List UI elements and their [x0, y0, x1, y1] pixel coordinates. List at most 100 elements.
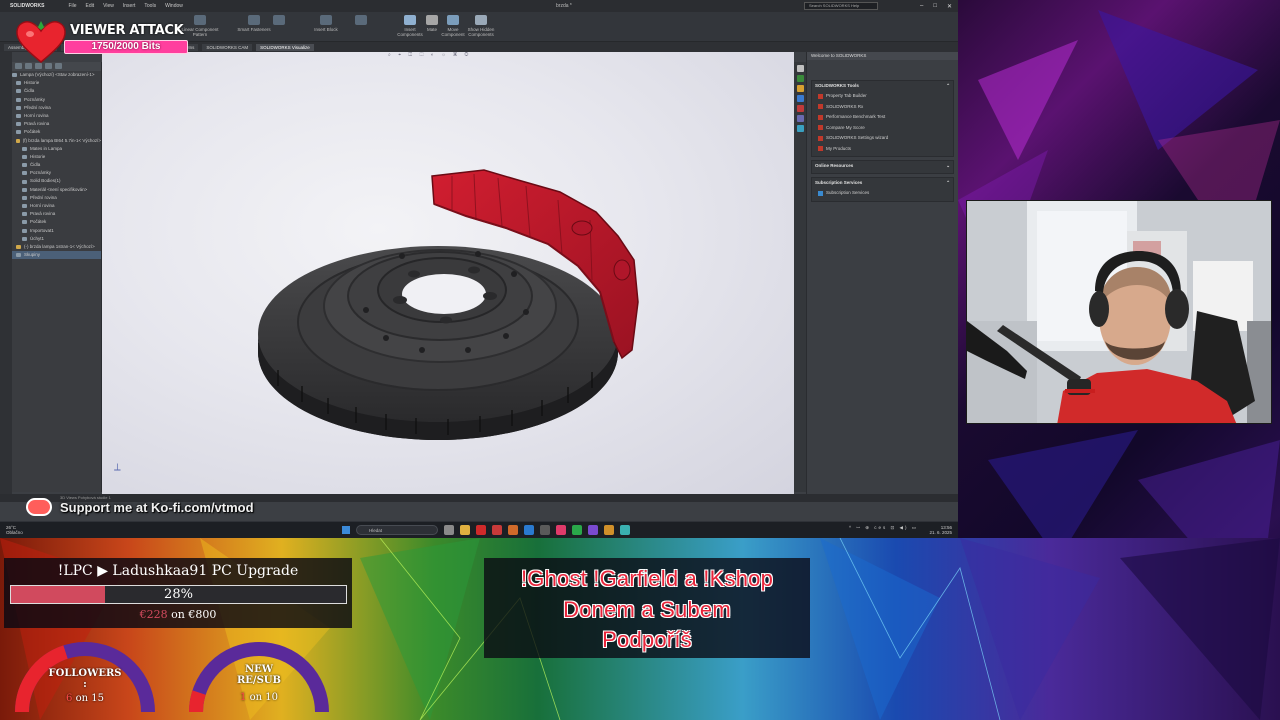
tree-item[interactable]: (f) brzda lampa BI64 5.7in-1< Výchozí>: [12, 137, 101, 145]
subscription-link[interactable]: Subscription Services: [815, 188, 950, 199]
tree-item[interactable]: Čidla: [12, 87, 101, 95]
windows-start-icon[interactable]: [342, 526, 350, 534]
tree-item[interactable]: Solid Bodies(1): [12, 177, 101, 185]
tree-item[interactable]: Počátek: [12, 218, 101, 226]
tool-link[interactable]: My Products: [815, 144, 950, 155]
tree-item[interactable]: Poznámky: [12, 169, 101, 177]
ribbon-button[interactable]: Show Hidden Components: [466, 15, 496, 37]
close-icon[interactable]: ✕: [947, 3, 952, 10]
ribbon-button[interactable]: [270, 15, 288, 27]
tools-section: SOLIDWORKS Tools ⌃ Property Tab Builder S…: [811, 80, 954, 157]
tree-item[interactable]: Lampa (Výchozí) <Stav zobrazení-1>: [12, 71, 101, 79]
minimize-icon[interactable]: –: [920, 3, 923, 10]
tool-link[interactable]: Property Tab Builder: [815, 91, 950, 102]
kofi-cup-icon: [26, 498, 52, 516]
annotation-icon: [16, 97, 21, 102]
view-palette-icon[interactable]: [796, 95, 804, 102]
goal-progress-bar: 28%: [10, 585, 347, 604]
app-icon[interactable]: [604, 525, 614, 535]
menu-file[interactable]: File: [68, 3, 76, 9]
app-icon[interactable]: [620, 525, 630, 535]
online-resources-section: Online Resources ⌄: [811, 160, 954, 174]
tab-visualize[interactable]: SOLIDWORKS Visualize: [256, 43, 314, 51]
brake-model[interactable]: [102, 52, 794, 494]
app-icon[interactable]: [588, 525, 598, 535]
ribbon-button[interactable]: Move Component: [440, 15, 466, 37]
taskbar-search-input[interactable]: Hledat: [356, 525, 438, 535]
tree-item[interactable]: Mates in Lampa: [12, 145, 101, 153]
tool-link[interactable]: SOLIDWORKS Settings wizard: [815, 133, 950, 144]
ribbon-button[interactable]: Insert Components: [396, 15, 424, 37]
tree-item[interactable]: Čidla: [12, 161, 101, 169]
custom-properties-icon[interactable]: [796, 115, 804, 122]
goal-amount: €228 on €800: [0, 608, 356, 621]
expand-icon[interactable]: ⌄: [946, 163, 950, 169]
tree-item[interactable]: Materiál <není specifikován>: [12, 186, 101, 194]
tree-item[interactable]: Horní rovina: [12, 202, 101, 210]
tree-item[interactable]: Skupiny: [12, 251, 101, 260]
tree-item[interactable]: Pravá rovina: [12, 120, 101, 128]
plane-icon: [22, 212, 27, 217]
tab-cam[interactable]: SOLIDWORKS CAM: [202, 43, 253, 51]
app-icon[interactable]: [524, 525, 534, 535]
collapse-icon[interactable]: ⌃: [946, 180, 950, 186]
tools-section-title[interactable]: SOLIDWORKS Tools ⌃: [815, 83, 950, 89]
tree-item[interactable]: Počátek: [12, 128, 101, 136]
menu-tools[interactable]: Tools: [144, 3, 156, 9]
tool-link[interactable]: Compare My Score: [815, 123, 950, 134]
tree-item[interactable]: Úchyt1: [12, 235, 101, 243]
design-library-icon[interactable]: [796, 75, 804, 82]
system-tray[interactable]: ^ ꟷ ⊕ ces ⊡ ◀) ▭: [849, 525, 918, 531]
tree-item[interactable]: Poznámky: [12, 96, 101, 104]
ribbon-button[interactable]: Smart Fasteners: [236, 15, 272, 32]
sensor-icon: [16, 89, 21, 94]
collapse-icon[interactable]: ⌃: [946, 83, 950, 89]
menu-window[interactable]: Window: [165, 3, 183, 9]
task-view-icon[interactable]: [444, 525, 454, 535]
resub-value: 1 on 10: [240, 692, 278, 703]
resources-icon[interactable]: [796, 65, 804, 72]
command-line: !Ghost !Garfield a !Kshop: [520, 566, 774, 591]
tree-item[interactable]: Importovat1: [12, 227, 101, 235]
maximize-icon[interactable]: □: [933, 3, 937, 10]
tree-item[interactable]: Historie: [12, 153, 101, 161]
solidworks-icon[interactable]: [476, 525, 486, 535]
app-icon[interactable]: [556, 525, 566, 535]
tool-link[interactable]: SOLIDWORKS Rx: [815, 102, 950, 113]
webcam-feed: [966, 200, 1272, 424]
tree-item[interactable]: Historie: [12, 79, 101, 87]
menu-edit[interactable]: Edit: [86, 3, 95, 9]
clock[interactable]: 13:56 21. 6. 2025: [929, 525, 952, 535]
task-pane-tabs: [794, 62, 806, 492]
menu-insert[interactable]: Insert: [123, 3, 136, 9]
graphics-area[interactable]: ⌕ ⌖ ◫ ⬚ ◐ ☼ ▣ ◎ ⟂: [102, 52, 794, 494]
weather-widget[interactable]: 26°C Oblačno: [6, 525, 23, 535]
whatsapp-icon[interactable]: [572, 525, 582, 535]
kofi-text: Support me at Ko-fi.com/vtmod: [60, 500, 254, 515]
app-icon[interactable]: [508, 525, 518, 535]
stream-frame: SOLIDWORKS File Edit View Insert Tools W…: [0, 0, 1280, 720]
file-explorer-icon[interactable]: [796, 85, 804, 92]
folder-icon: [16, 253, 21, 258]
tree-item[interactable]: Horní rovina: [12, 112, 101, 120]
ribbon-button[interactable]: Insert Block: [312, 15, 340, 32]
menu-view[interactable]: View: [103, 3, 114, 9]
tree-item[interactable]: (-) brzda lampa 1stran-1< Výchozí>: [12, 243, 101, 251]
tree-item[interactable]: Přední rovina: [12, 104, 101, 112]
file-explorer-icon[interactable]: [460, 525, 470, 535]
solidworks-forum-icon[interactable]: [796, 125, 804, 132]
appearances-icon[interactable]: [796, 105, 804, 112]
subscription-title[interactable]: Subscription Services ⌃: [815, 180, 950, 186]
ribbon-button[interactable]: [348, 15, 374, 27]
goal-percent: 28%: [164, 587, 193, 602]
import-icon: [22, 228, 27, 233]
linear-pattern-icon: [194, 15, 206, 25]
tree-item[interactable]: Přední rovina: [12, 194, 101, 202]
online-resources-title[interactable]: Online Resources ⌄: [815, 163, 950, 169]
help-search-input[interactable]: Search SOLIDWORKS Help: [804, 2, 878, 10]
app-icon[interactable]: [492, 525, 502, 535]
tool-link[interactable]: Performance Benchmark Test: [815, 112, 950, 123]
tree-item[interactable]: Pravá rovina: [12, 210, 101, 218]
app-icon[interactable]: [540, 525, 550, 535]
ribbon-button[interactable]: Mate: [424, 15, 440, 32]
